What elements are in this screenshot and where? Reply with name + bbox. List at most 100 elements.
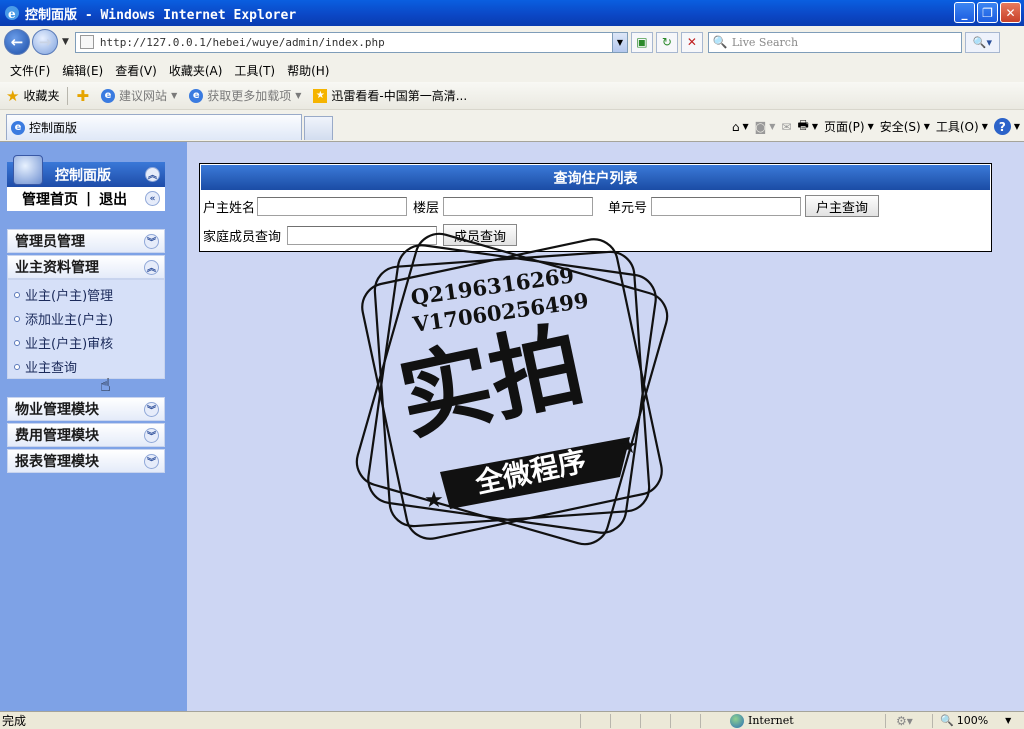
protected-mode-icon[interactable]: ⚙▾ <box>896 714 913 728</box>
forward-button[interactable]: → <box>32 29 58 55</box>
svg-text:e: e <box>8 7 16 21</box>
search-placeholder: Live Search <box>731 35 799 49</box>
home-link[interactable]: 管理首页 <box>22 189 78 209</box>
menu-help[interactable]: 帮助(H) <box>281 62 335 79</box>
zoom-level: 100% <box>956 714 989 727</box>
owner-query-row: 户主姓名 楼层 单元号 户主查询 <box>203 195 880 217</box>
refresh-icon[interactable]: ↻ <box>655 31 678 53</box>
tab-control-panel[interactable]: e 控制面版 <box>6 114 302 140</box>
search-icon: 🔍 <box>712 35 728 49</box>
window-title-bar[interactable]: e 控制面版 - Windows Internet Explorer _ ❐ ✕ <box>0 0 1024 26</box>
menu-favorites[interactable]: 收藏夹(A) <box>163 62 229 79</box>
sidebar-section-property[interactable]: 物业管理模块 ︾ <box>7 397 165 421</box>
status-text: 完成 <box>2 714 27 728</box>
menu-view[interactable]: 查看(V) <box>109 62 163 79</box>
add-favorite-icon: ✚ <box>76 86 90 105</box>
expand-icon: ︾ <box>144 402 159 417</box>
hand-cursor-icon: ☝ <box>100 375 111 396</box>
link-separator: | <box>86 191 92 207</box>
sidebar-item-owner-query[interactable]: 业主查询 <box>14 357 77 376</box>
fav-addons[interactable]: e 获取更多加载项 ▼ <box>183 87 307 104</box>
sidebar-panel-header: 控制面版 ︽ <box>7 154 165 187</box>
sidebar-item-owner-manage[interactable]: 业主(户主)管理 <box>14 285 113 304</box>
favorites-button[interactable]: ★ 收藏夹 <box>0 87 65 105</box>
mail-button[interactable]: ✉ <box>781 120 791 134</box>
back-button[interactable]: ← <box>4 29 30 55</box>
help-icon: ? <box>993 118 1011 135</box>
owner-query-button[interactable]: 户主查询 <box>805 195 880 217</box>
tools-menu-button[interactable]: 工具(O) ▼ <box>936 118 988 135</box>
zoom-icon: 🔍 <box>940 714 954 727</box>
minimize-button[interactable]: _ <box>954 2 975 23</box>
sidebar-section-reports[interactable]: 报表管理模块 ︾ <box>7 449 165 473</box>
help-button[interactable]: ? ▼ <box>993 118 1020 135</box>
search-input[interactable]: 🔍 Live Search <box>707 31 962 53</box>
stop-icon[interactable]: ✕ <box>680 31 703 53</box>
bullet-icon <box>14 291 20 298</box>
add-favorite-button[interactable]: ✚ <box>70 87 95 105</box>
print-button[interactable]: 🖶 ▼ <box>797 116 817 137</box>
ie-icon: e <box>11 120 25 135</box>
zoom-control[interactable]: 🔍 100% ▼ <box>940 714 1011 727</box>
fav-item-label: 建议网站 <box>119 89 168 103</box>
hide-sidebar-button[interactable]: « <box>145 191 160 206</box>
printer-icon: 🖶 <box>797 118 809 132</box>
xunlei-icon: ★ <box>313 88 328 103</box>
home-button[interactable]: ⌂ ▼ <box>732 120 749 134</box>
page-menu-label: 页面(P) <box>823 120 865 134</box>
section-label: 业主资料管理 <box>15 260 99 276</box>
address-field[interactable]: http://127.0.0.1/hebei/wuye/admin/index.… <box>74 31 628 53</box>
fav-xunlei[interactable]: ★ 迅雷看看-中国第一高清... <box>307 87 473 104</box>
sidebar-item-label: 业主(户主)审核 <box>25 337 114 352</box>
search-go-button[interactable]: 🔍▾ <box>964 31 1000 53</box>
history-dropdown-icon[interactable]: ▼ <box>62 37 69 47</box>
restore-button[interactable]: ❐ <box>977 2 998 23</box>
feeds-button[interactable]: ◙ ▼ <box>755 120 776 134</box>
address-toolbar: ← → ▼ http://127.0.0.1/hebei/wuye/admin/… <box>0 26 1024 58</box>
sidebar-section-owner[interactable]: 业主资料管理 ︽ <box>7 255 165 279</box>
owner-name-label: 户主姓名 <box>203 200 256 216</box>
collapse-panel-button[interactable]: ︽ <box>145 167 160 182</box>
status-bar: 完成 Internet ⚙▾ 🔍 100% ▼ <box>0 711 1024 729</box>
rss-icon: ◙ <box>754 119 767 134</box>
address-url[interactable]: http://127.0.0.1/hebei/wuye/admin/index.… <box>100 36 385 49</box>
divider <box>640 714 641 728</box>
page-menu-button[interactable]: 页面(P) ▼ <box>824 118 874 135</box>
collapse-icon: ︽ <box>144 260 159 275</box>
tab-bar: e 控制面版 ⌂ ▼ ◙ ▼ ✉ 🖶 ▼ 页面(P) ▼ 安全(S) ▼ 工具(O) ▼ ?… <box>0 110 1024 142</box>
bullet-icon <box>14 339 20 346</box>
command-bar: ⌂ ▼ ◙ ▼ ✉ 🖶 ▼ 页面(P) ▼ 安全(S) ▼ 工具(O) ▼ ? ▼ <box>732 116 1020 137</box>
menu-file[interactable]: 文件(F) <box>4 62 56 79</box>
divider <box>610 714 611 728</box>
expand-icon: ︾ <box>144 234 159 249</box>
sidebar-item-owner-review[interactable]: 业主(户主)审核 <box>14 333 113 352</box>
fav-item-label: 迅雷看看-中国第一高清... <box>331 89 468 103</box>
close-window-button[interactable]: ✕ <box>1000 2 1021 23</box>
sidebar-quick-links: 管理首页 | 退出 « <box>7 187 165 211</box>
section-label: 费用管理模块 <box>15 428 99 444</box>
fav-suggested-sites[interactable]: e 建议网站 ▼ <box>95 87 183 104</box>
divider <box>580 714 581 728</box>
security-zone[interactable]: Internet <box>730 713 794 728</box>
section-label: 物业管理模块 <box>15 402 99 418</box>
sidebar-item-owner-add[interactable]: 添加业主(户主) <box>14 309 113 328</box>
compatibility-icon[interactable]: ▣ <box>630 31 653 53</box>
new-tab-button[interactable] <box>304 116 333 140</box>
owner-name-input[interactable] <box>257 196 408 216</box>
home-icon: ⌂ <box>731 119 740 134</box>
divider <box>885 714 886 728</box>
safety-menu-button[interactable]: 安全(S) ▼ <box>880 118 930 135</box>
sidebar-section-admin[interactable]: 管理员管理 ︾ <box>7 229 165 253</box>
menu-tools[interactable]: 工具(T) <box>228 62 281 79</box>
menu-edit[interactable]: 编辑(E) <box>56 62 109 79</box>
ie-icon: e <box>101 88 116 103</box>
unit-number-input[interactable] <box>651 196 802 216</box>
page-content: 控制面版 ︽ 管理首页 | 退出 « 管理员管理 ︾ 业主资料管理 ︽ 业主(户… <box>0 142 1024 711</box>
divider <box>700 714 701 728</box>
address-dropdown-icon[interactable]: ▼ <box>611 32 627 52</box>
logout-link[interactable]: 退出 <box>99 189 127 209</box>
family-member-label: 家庭成员查询 <box>203 229 282 245</box>
floor-input[interactable] <box>443 196 594 216</box>
control-panel-logo-icon <box>13 154 43 185</box>
sidebar-section-fees[interactable]: 费用管理模块 ︾ <box>7 423 165 447</box>
